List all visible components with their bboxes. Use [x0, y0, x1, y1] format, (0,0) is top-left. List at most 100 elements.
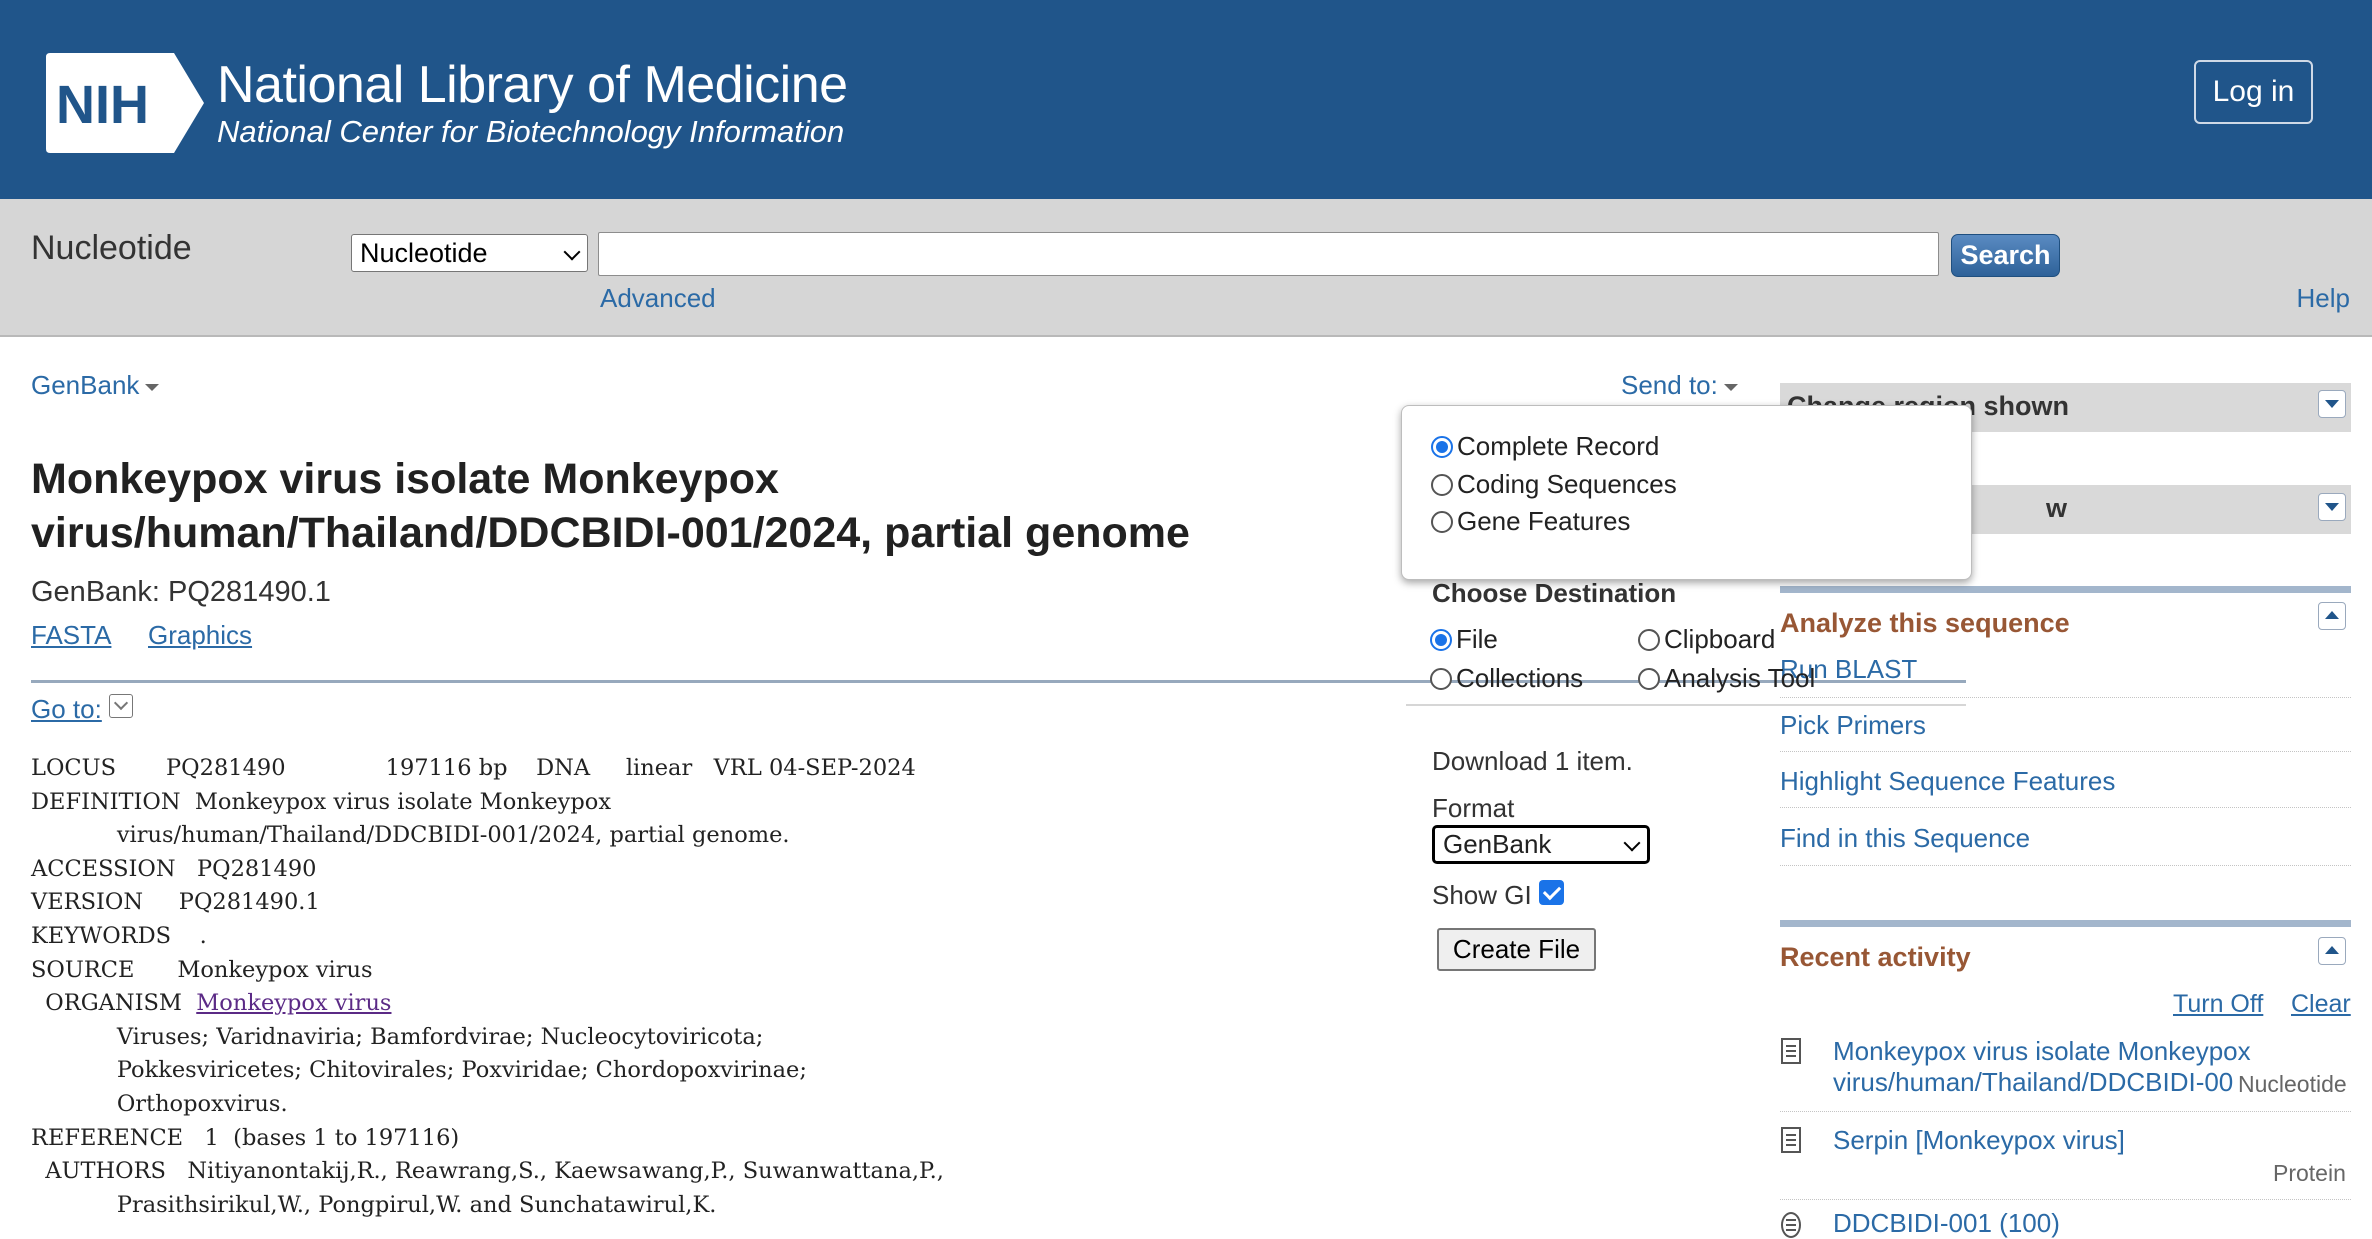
- locus-line: LOCUS PQ281490 197116 bp DNA linear VRL …: [31, 755, 916, 781]
- radio-icon[interactable]: [1431, 473, 1453, 496]
- format-menu-label: GenBank: [31, 370, 140, 400]
- option-label: Analysis Tool: [1664, 663, 1816, 693]
- recent-item-link[interactable]: Serpin [Monkeypox virus]: [1833, 1125, 2125, 1156]
- chevron-down-icon: [563, 243, 581, 261]
- advanced-search-link[interactable]: Advanced: [600, 283, 716, 314]
- send-to-popup: Complete Record Coding Sequences Gene Fe…: [1401, 405, 1972, 580]
- goto-link[interactable]: Go to:: [31, 694, 102, 725]
- help-link[interactable]: Help: [2297, 283, 2350, 314]
- format-select[interactable]: GenBank: [1432, 825, 1650, 864]
- accession-line: GenBank: PQ281490.1: [31, 576, 331, 608]
- option-label: Gene Features: [1457, 506, 1631, 536]
- divider: [1780, 1111, 2351, 1113]
- version-line: VERSION PQ281490.1: [31, 889, 320, 916]
- destination-collections-option[interactable]: Collections: [1430, 663, 1583, 694]
- option-label: Collections: [1456, 663, 1584, 693]
- send-to-label: Send to:: [1621, 370, 1718, 400]
- database-name: Nucleotide: [31, 229, 192, 267]
- definition-line: DEFINITION Monkeypox virus isolate Monke…: [31, 788, 612, 815]
- coding-sequences-option[interactable]: Coding Sequences: [1431, 469, 1677, 500]
- download-count-text: Download 1 item.: [1432, 746, 1633, 776]
- authors-line: Prasithsirikul,W., Pongpirul,W. and Sunc…: [31, 1191, 717, 1218]
- complete-record-option[interactable]: Complete Record: [1431, 431, 1659, 462]
- recent-item-line: virus/human/Thailand/DDCBIDI-00: [1833, 1067, 2234, 1097]
- choose-destination-title: Choose Destination: [1432, 578, 1677, 608]
- organism-link[interactable]: Monkeypox virus: [196, 990, 391, 1016]
- turn-off-link[interactable]: Turn Off: [2173, 990, 2263, 1019]
- option-label: File: [1456, 624, 1498, 654]
- document-icon: [1781, 1127, 1801, 1153]
- recent-item-line: Monkeypox virus isolate Monkeypox: [1833, 1036, 2251, 1066]
- recent-item-link[interactable]: Monkeypox virus isolate Monkeypox virus/…: [1833, 1036, 2251, 1098]
- organism-line: ORGANISM Monkeypox virus: [31, 987, 944, 1021]
- source-line: SOURCE Monkeypox virus: [31, 956, 373, 983]
- pick-primers-link[interactable]: Pick Primers: [1780, 710, 1926, 741]
- record-title: Monkeypox virus isolate Monkeypox virus/…: [31, 455, 1190, 557]
- create-file-button[interactable]: Create File: [1437, 928, 1596, 971]
- send-to-menu[interactable]: Send to:: [1621, 370, 1738, 401]
- format-menu[interactable]: GenBank: [31, 370, 160, 401]
- nih-logo[interactable]: NIH: [46, 53, 204, 153]
- clear-link[interactable]: Clear: [2291, 990, 2351, 1019]
- destination-analysis-tool-option[interactable]: Analysis Tool: [1638, 663, 1815, 694]
- collapse-icon[interactable]: [2318, 937, 2346, 965]
- document-icon: [1781, 1038, 1801, 1064]
- lineage-line: Pokkesviricetes; Chitovirales; Poxvirida…: [31, 1057, 807, 1084]
- keywords-line: KEYWORDS .: [31, 922, 207, 949]
- caret-down-icon: [145, 383, 160, 391]
- chevron-down-icon[interactable]: [109, 694, 133, 718]
- radio-icon[interactable]: [1430, 667, 1452, 690]
- reference-line: REFERENCE 1 (bases 1 to 197116): [31, 1124, 460, 1151]
- show-gi-checkbox[interactable]: [1539, 880, 1564, 905]
- customize-view-title[interactable]: w: [2046, 493, 2067, 524]
- radio-selected-icon[interactable]: [1430, 628, 1452, 651]
- fasta-link[interactable]: FASTA: [31, 620, 111, 651]
- collapse-icon[interactable]: [2318, 602, 2346, 630]
- option-label: Complete Record: [1457, 431, 1660, 461]
- format-select-value: GenBank: [1443, 829, 1552, 859]
- destination-clipboard-option[interactable]: Clipboard: [1638, 624, 1775, 655]
- ncbi-subtitle[interactable]: National Center for Biotechnology Inform…: [217, 114, 844, 150]
- section-rule: [1780, 920, 2351, 927]
- nlm-title[interactable]: National Library of Medicine: [217, 55, 848, 115]
- expand-icon[interactable]: [2318, 493, 2346, 521]
- search-history-icon: [1781, 1212, 1801, 1238]
- database-select-value: Nucleotide: [360, 237, 488, 268]
- search-button[interactable]: Search: [1951, 234, 2060, 277]
- expand-icon[interactable]: [2318, 390, 2346, 418]
- divider: [1406, 704, 1966, 706]
- chevron-down-icon: [1623, 834, 1641, 852]
- divider: [1780, 1199, 2351, 1201]
- genbank-flatfile: LOCUS PQ281490 197116 bp DNA linear VRL …: [31, 752, 944, 1222]
- recent-item-type: Nucleotide: [2238, 1071, 2347, 1097]
- database-select[interactable]: Nucleotide: [351, 234, 588, 272]
- section-rule: [1780, 586, 2351, 593]
- option-label: Clipboard: [1664, 624, 1776, 654]
- search-bar: Nucleotide Nucleotide Search Advanced He…: [0, 199, 2372, 337]
- analyze-sequence-heading: Analyze this sequence: [1780, 608, 2070, 638]
- destination-file-option[interactable]: File: [1430, 624, 1498, 655]
- option-label: Coding Sequences: [1457, 469, 1677, 499]
- radio-selected-icon[interactable]: [1431, 435, 1453, 458]
- format-label: Format: [1432, 793, 1515, 823]
- show-gi-label: Show GI: [1432, 880, 1532, 910]
- organism-label: ORGANISM: [31, 990, 197, 1017]
- gene-features-option[interactable]: Gene Features: [1431, 506, 1630, 537]
- lineage-line: Orthopoxvirus.: [31, 1090, 288, 1117]
- nlm-banner: NIH National Library of Medicine Nationa…: [0, 0, 2372, 199]
- radio-icon[interactable]: [1431, 510, 1453, 533]
- svg-text:NIH: NIH: [56, 75, 149, 135]
- authors-line: AUTHORS Nitiyanontakij,R., Reawrang,S., …: [31, 1158, 944, 1185]
- radio-icon[interactable]: [1638, 628, 1660, 651]
- recent-activity-heading: Recent activity: [1780, 942, 1971, 972]
- definition-line: virus/human/Thailand/DDCBIDI-001/2024, p…: [31, 822, 790, 849]
- search-input[interactable]: [598, 232, 1939, 276]
- recent-item-link[interactable]: DDCBIDI-001 (100): [1833, 1208, 2060, 1239]
- find-in-sequence-link[interactable]: Find in this Sequence: [1780, 823, 2030, 854]
- radio-icon[interactable]: [1638, 667, 1660, 690]
- lineage-line: Viruses; Varidnaviria; Bamfordvirae; Nuc…: [31, 1023, 764, 1050]
- login-button[interactable]: Log in: [2194, 60, 2313, 124]
- graphics-link[interactable]: Graphics: [148, 620, 252, 651]
- highlight-features-link[interactable]: Highlight Sequence Features: [1780, 766, 2115, 797]
- recent-item-type: Protein: [2273, 1160, 2346, 1186]
